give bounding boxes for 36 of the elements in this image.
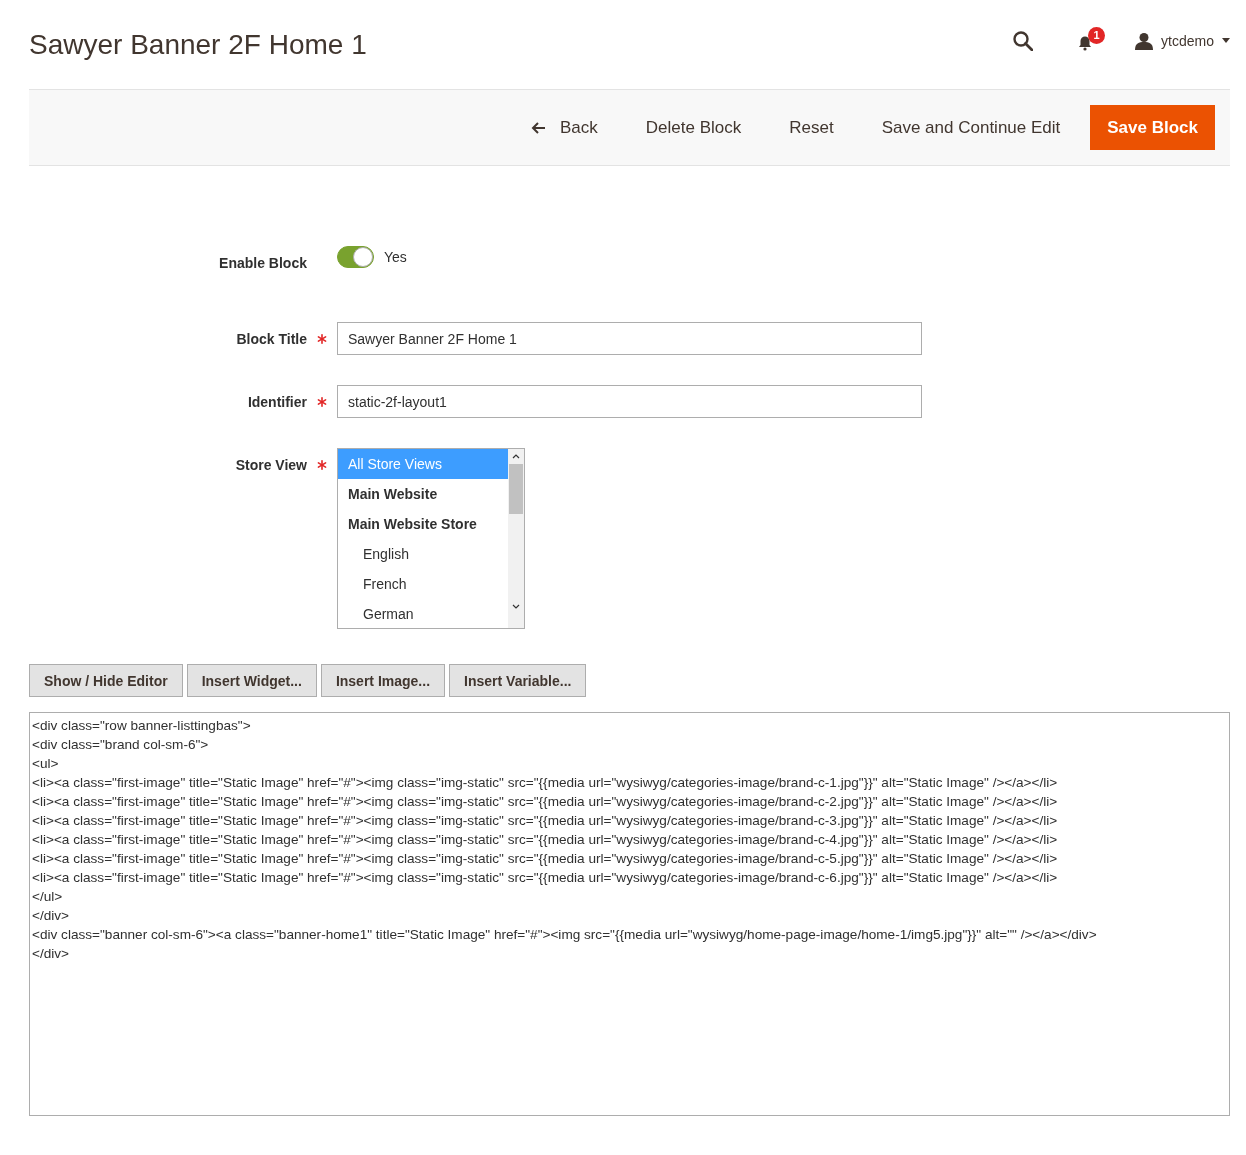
scrollbar[interactable] (508, 449, 524, 628)
arrow-left-icon (531, 121, 546, 134)
store-view-listbox[interactable]: All Store Views Main Website Main Website Store English French German (337, 448, 525, 629)
action-button[interactable]: Delete Block (621, 105, 766, 150)
text-field[interactable]: Sawyer Banner 2F Home 1 (337, 322, 922, 355)
save-button[interactable]: Save Block (1090, 105, 1215, 150)
notification-count: 1 (1088, 26, 1106, 44)
action-button[interactable]: Save and Continue Edit (857, 105, 1085, 150)
list-option[interactable]: German (338, 599, 508, 628)
list-option[interactable]: English (338, 539, 508, 569)
user-icon (1135, 31, 1154, 50)
list-option[interactable]: Main Website Store (338, 509, 508, 539)
search-icon[interactable] (1013, 30, 1034, 51)
user-name: ytcdemo (1161, 32, 1214, 49)
chevron-up-icon[interactable] (512, 453, 520, 460)
field-label: Enable Block (219, 254, 307, 271)
field-label: Store View (235, 456, 307, 473)
action-button[interactable]: Reset (765, 105, 858, 150)
scrollbar-thumb[interactable] (509, 464, 523, 514)
editor-button[interactable]: Show / Hide Editor (29, 664, 183, 697)
back-button[interactable]: Back (507, 105, 622, 150)
html-editor-field[interactable]: <div class="row banner-listtingbas"> <div class="brand col-sm-6"> <ul> <li><a class="first-image" title="Static Image" href="#"><img class="img-static" src="{{media url="wysiwyg/categories-image/brand-c-1.jpg"}}" alt="Static Image" /></a></li> <li><a class="first-image" title="Static Image" href="#"><img class="img-static" src="{{media url="wysiwyg/categories-image/brand-c-2.jpg"}}" alt="Static Image" /></a></li> <li><a class="first-image" title="Static Image" href="#"><img class="img-static" src="{{media url="wysiwyg/categories-image/brand-c-3.jpg"}}" alt="Static Image" /></a></li> <li><a class="first-image" title="Static Image" href="#"><img class="img-static" src="{{media url="wysiwyg/categories-image/brand-c-4.jpg"}}" alt="Static Image" /></a></li> <li><a class="first-image" title="Static Image" href="#"><img class="img-static" src="{{media url="wysiwyg/categories-image/brand-c-5.jpg"}}" alt="Static Image" /></a></li> <li><a class="first-image" title="Static Image" href="#"><img class="img-static" src="{{media url="wysiwyg/categories-image/brand-c-6.jpg"}}" alt="Static Image" /></a></li> </ul> </div> <div class="banner col-sm-6"><a class="banner-home1" title="Static Image" href="#"><img src="{{media url="wysiwyg/home-page-image/home-1/img5.jpg"}}" alt="" /></a></div> </div> (29, 712, 1230, 1116)
text-field[interactable]: static-2f-layout1 (337, 385, 922, 418)
list-option[interactable]: Main Website (338, 479, 508, 509)
editor-button[interactable]: Insert Image... (320, 664, 446, 697)
caret-icon (1222, 38, 1230, 43)
editor-button[interactable]: Insert Variable... (449, 664, 587, 697)
field-label: Identifier (247, 393, 307, 410)
toggle-label: Yes (384, 249, 407, 265)
chevron-down-icon[interactable] (512, 603, 520, 610)
toggle-switch[interactable] (337, 246, 374, 268)
list-option[interactable]: French (338, 569, 508, 599)
user-menu[interactable]: ytcdemo (1135, 31, 1230, 50)
page-title: Sawyer Banner 2F Home 1 (29, 28, 367, 61)
field-label: Block Title (236, 330, 307, 347)
editor-button[interactable]: Insert Widget... (186, 664, 317, 697)
